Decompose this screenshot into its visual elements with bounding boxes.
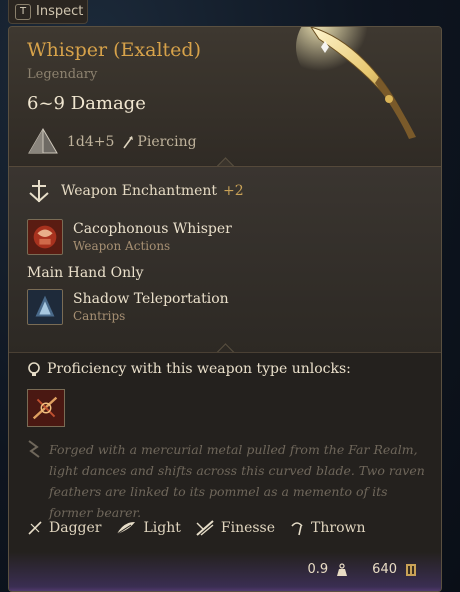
proficiency-icon <box>28 362 40 376</box>
damage-type-label: Piercing <box>137 134 197 150</box>
sword-icon <box>296 27 416 139</box>
finesse-icon <box>196 520 214 536</box>
enchantment-bonus: +2 <box>223 183 244 199</box>
ability-name: Shadow Teleportation <box>73 291 229 307</box>
ability-cacophonous-whisper[interactable]: Cacophonous Whisper Weapon Actions <box>27 219 232 255</box>
footer-stats: 0.9 640 <box>307 562 417 577</box>
damage-dice-row: 1d4+5 Piercing <box>27 127 197 157</box>
inspect-key-badge: T <box>15 3 31 20</box>
item-footer: 0.9 640 <box>9 552 441 591</box>
shadow-teleportation-icon <box>27 289 63 325</box>
item-damage: 6~9 Damage <box>27 93 146 114</box>
ability-category: Weapon Actions <box>73 239 171 253</box>
lore-text: Forged with a mercurial metal pulled fro… <box>49 442 425 520</box>
feather-icon <box>117 522 136 535</box>
dagger-icon <box>28 521 42 535</box>
item-rarity: Legendary <box>27 67 98 82</box>
property-finesse[interactable]: Finesse <box>195 519 275 537</box>
proficiency-heading: Proficiency with this weapon type unlock… <box>27 361 351 377</box>
property-dagger[interactable]: Dagger <box>27 520 101 536</box>
item-header: Whisper (Exalted) Legendary 6~9 Damage 1… <box>9 27 441 165</box>
proficiency-label: Proficiency with this weapon type unlock… <box>47 361 351 377</box>
weapon-properties: Dagger Light Finesse Thrown <box>27 519 366 537</box>
gold-icon <box>406 563 416 576</box>
enchantment-label: Weapon Enchantment <box>61 183 218 199</box>
proficiency-section: Proficiency with this weapon type unlock… <box>9 352 441 553</box>
property-light[interactable]: Light <box>115 520 181 536</box>
ability-name: Cacophonous Whisper <box>73 221 232 237</box>
ability-category: Cantrips <box>73 309 126 323</box>
main-hand-only: Main Hand Only <box>27 265 144 281</box>
damage-type: Piercing <box>122 134 197 150</box>
property-thrown[interactable]: Thrown <box>289 520 366 536</box>
inspect-label: Inspect <box>36 4 84 19</box>
piercing-icon <box>123 136 134 149</box>
weapon-enchantment: Weapon Enchantment +2 <box>27 179 244 203</box>
proficiency-action-icon[interactable] <box>27 389 65 427</box>
property-label: Light <box>143 520 181 536</box>
property-label: Finesse <box>220 520 276 536</box>
lore-block: Forged with a mercurial metal pulled fro… <box>27 439 427 523</box>
item-tooltip-panel: Whisper (Exalted) Legendary 6~9 Damage 1… <box>8 26 442 592</box>
property-label: Thrown <box>311 520 366 536</box>
cacophonous-whisper-icon <box>27 219 63 255</box>
ability-shadow-teleportation[interactable]: Shadow Teleportation Cantrips <box>27 289 229 325</box>
d4-icon <box>28 128 58 154</box>
property-label: Dagger <box>49 520 102 536</box>
weight-icon <box>337 562 348 576</box>
damage-dice: 1d4+5 <box>67 134 115 150</box>
item-value: 640 <box>372 562 397 577</box>
item-weight: 0.9 <box>307 562 329 577</box>
thrown-icon <box>291 522 303 536</box>
item-name: Whisper (Exalted) <box>27 39 201 61</box>
enchantment-icon <box>29 180 49 203</box>
lore-icon <box>28 440 40 458</box>
enchantment-section: Weapon Enchantment +2 Cacophonous Whisper… <box>9 166 441 353</box>
inspect-tab[interactable]: T Inspect <box>8 0 88 24</box>
